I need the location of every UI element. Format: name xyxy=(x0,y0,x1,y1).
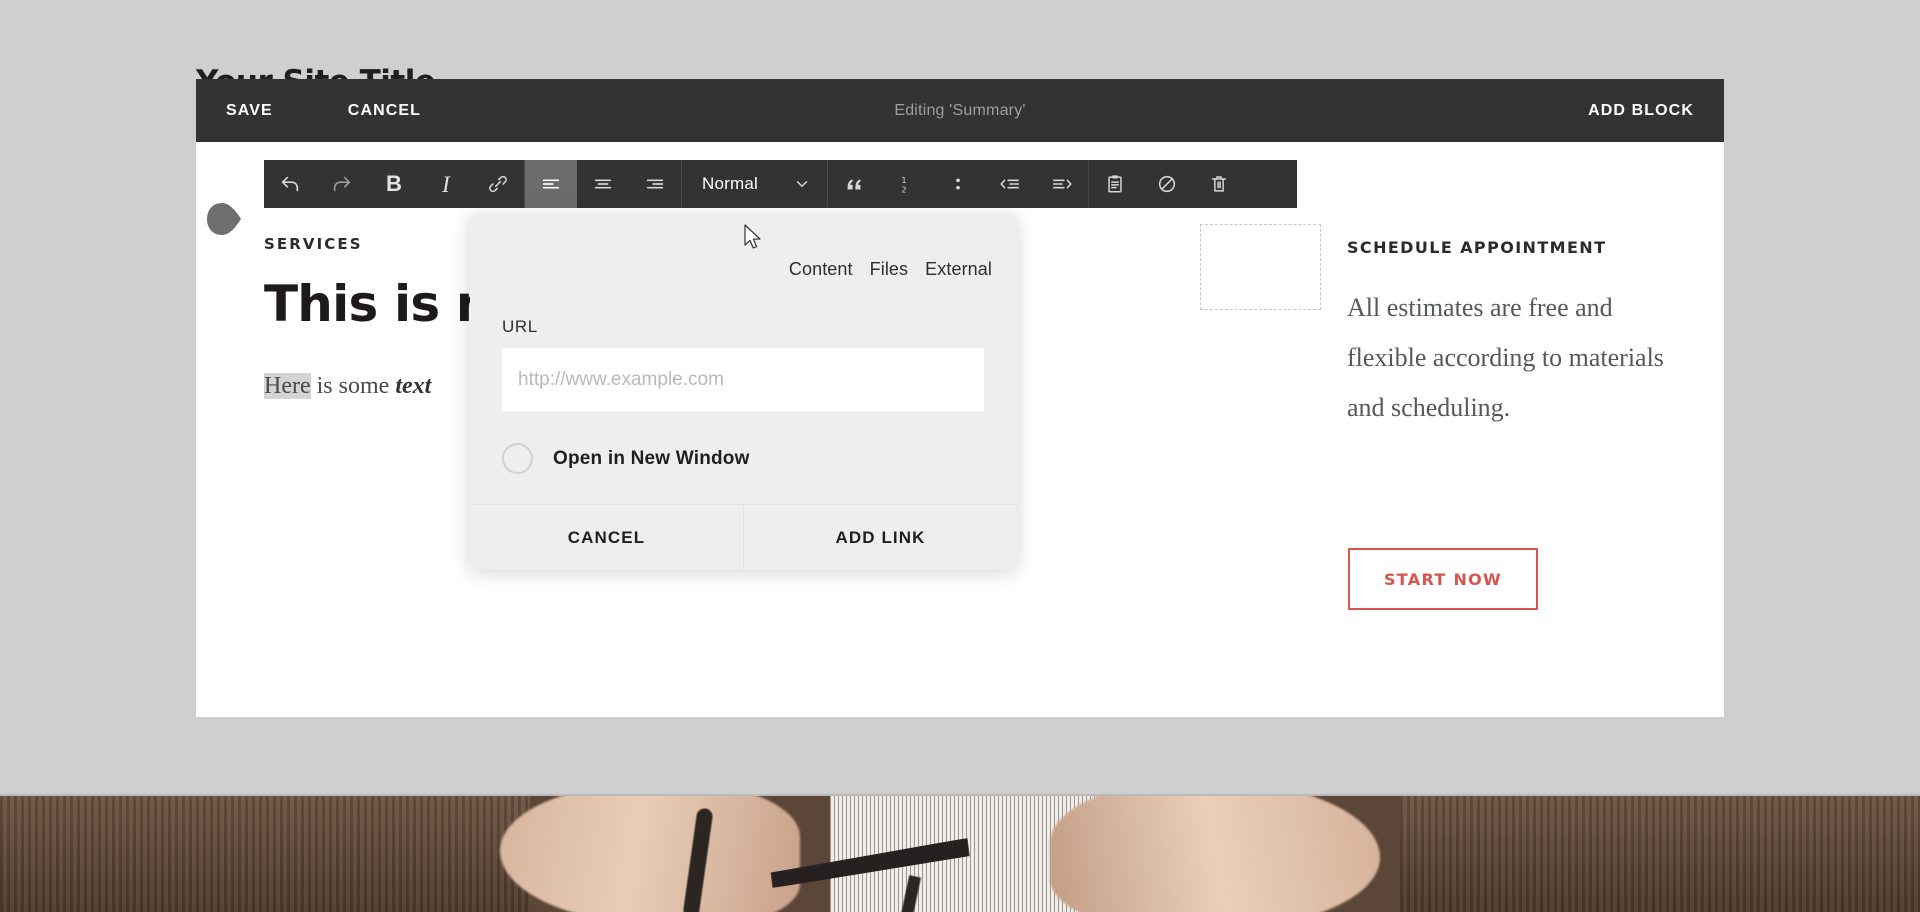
summary-block-right: SCHEDULE APPOINTMENT All estimates are f… xyxy=(1347,238,1677,433)
dialog-footer: CANCEL ADD LINK xyxy=(470,504,1017,570)
svg-text:2: 2 xyxy=(901,184,906,194)
photo-top-divider xyxy=(0,794,1920,796)
photo-wood-right xyxy=(1400,794,1920,912)
paragraph-style-value: Normal xyxy=(702,174,758,193)
start-now-button[interactable]: START NOW xyxy=(1348,548,1538,610)
open-in-new-window-row[interactable]: Open in New Window xyxy=(502,443,750,474)
blockquote-icon[interactable] xyxy=(828,160,880,208)
photo-wood-left xyxy=(0,794,530,912)
align-center-icon[interactable] xyxy=(577,160,629,208)
bullet-list-icon[interactable] xyxy=(932,160,984,208)
add-block-button[interactable]: ADD BLOCK xyxy=(1588,102,1694,120)
toolbar-group-history: B I xyxy=(264,160,525,208)
selected-text: Here xyxy=(264,373,311,399)
italic-icon[interactable]: I xyxy=(420,160,472,208)
redo-icon[interactable] xyxy=(316,160,368,208)
outdent-icon[interactable] xyxy=(984,160,1036,208)
schedule-appointment-eyebrow: SCHEDULE APPOINTMENT xyxy=(1347,238,1607,257)
tab-files[interactable]: Files xyxy=(870,259,909,280)
italic-glyph: I xyxy=(442,171,450,197)
open-in-new-window-label: Open in New Window xyxy=(553,447,750,469)
cancel-button[interactable]: CANCEL xyxy=(348,102,421,120)
start-now-label: START NOW xyxy=(1383,569,1502,589)
url-field-label: URL xyxy=(502,317,538,336)
link-icon[interactable] xyxy=(472,160,524,208)
dialog-add-link-button[interactable]: ADD LINK xyxy=(744,505,1017,570)
photo-hand-right xyxy=(1050,794,1380,912)
tab-content[interactable]: Content xyxy=(789,259,853,280)
dialog-cancel-button[interactable]: CANCEL xyxy=(470,505,744,570)
chevron-down-icon xyxy=(796,181,808,188)
block-drag-handle[interactable] xyxy=(206,202,242,236)
align-left-icon[interactable] xyxy=(525,160,577,208)
paragraph-style-select[interactable]: Normal xyxy=(682,160,827,208)
save-button[interactable]: SAVE xyxy=(226,102,273,120)
align-right-icon[interactable] xyxy=(629,160,681,208)
tab-external[interactable]: External xyxy=(925,259,992,280)
bold-icon[interactable]: B xyxy=(368,160,420,208)
italic-text: text xyxy=(395,373,432,399)
toolbar-group-align xyxy=(525,160,682,208)
undo-icon[interactable] xyxy=(264,160,316,208)
open-in-new-window-toggle[interactable] xyxy=(502,443,533,474)
clear-formatting-icon[interactable] xyxy=(1141,160,1193,208)
rich-text-toolbar: B I Normal 1 2 xyxy=(264,160,1297,208)
delete-icon[interactable] xyxy=(1193,160,1245,208)
toolbar-group-blocks: 1 2 xyxy=(828,160,1089,208)
teardrop-handle-icon xyxy=(207,203,241,235)
photo-hand-left xyxy=(500,794,800,912)
ordered-list-icon[interactable]: 1 2 xyxy=(880,160,932,208)
schedule-appointment-body: All estimates are free and flexible acco… xyxy=(1347,293,1664,422)
indent-icon[interactable] xyxy=(1036,160,1088,208)
editing-title: Editing 'Summary' xyxy=(894,101,1026,119)
toolbar-group-actions xyxy=(1089,160,1245,208)
image-placeholder[interactable] xyxy=(1200,224,1321,310)
toolbar-group-style: Normal xyxy=(682,160,828,208)
hero-photo-band xyxy=(0,794,1920,912)
url-input[interactable] xyxy=(502,348,984,411)
body-mid-text: is some xyxy=(310,373,396,399)
add-link-dialog: Content Files External URL Open in New W… xyxy=(470,215,1017,570)
bold-glyph: B xyxy=(386,171,402,196)
editor-top-bar: Editing 'Summary' SAVE CANCEL ADD BLOCK xyxy=(196,79,1724,142)
paste-icon[interactable] xyxy=(1089,160,1141,208)
dialog-tabs: Content Files External xyxy=(789,259,992,280)
